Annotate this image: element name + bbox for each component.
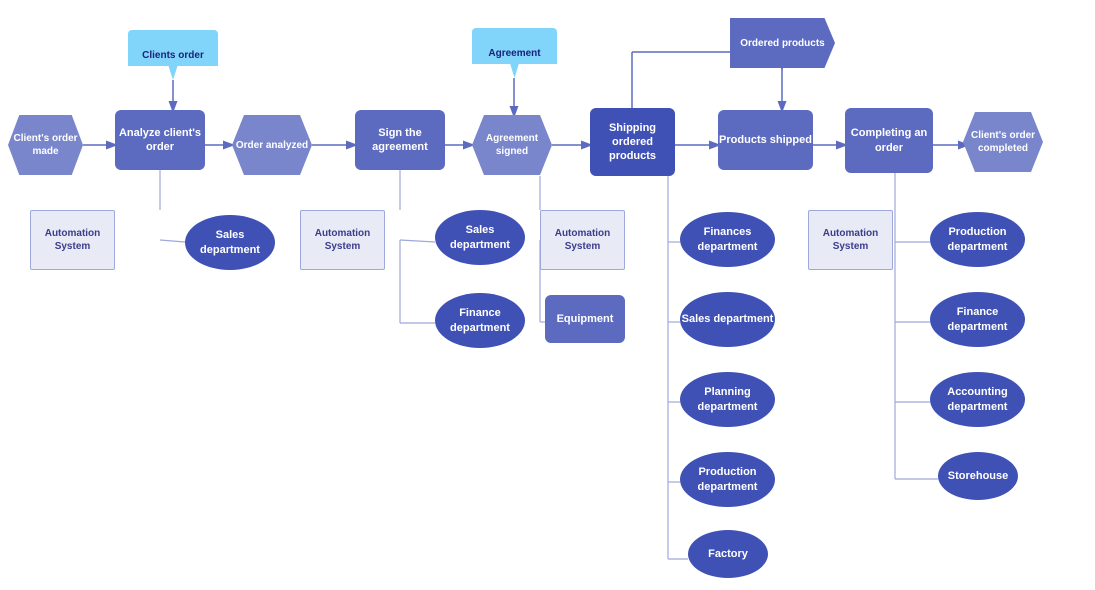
sales-dept-2: Sales department xyxy=(435,210,525,265)
finance-dept-1: Finance department xyxy=(435,293,525,348)
equipment: Equipment xyxy=(545,295,625,343)
planning-dept: Planning department xyxy=(680,372,775,427)
diagram: Clients order Agreement Ordered products… xyxy=(0,0,1095,590)
completing-order: Completing an order xyxy=(845,108,933,173)
production-dept-1: Production department xyxy=(680,452,775,507)
sign-agreement: Sign the agreement xyxy=(355,110,445,170)
client-order-completed: Client's order completed xyxy=(963,112,1043,172)
clients-order-banner: Clients order xyxy=(128,30,218,80)
sales-dept-1: Sales department xyxy=(185,215,275,270)
auto-system-4: Automation System xyxy=(808,210,893,270)
auto-system-3: Automation System xyxy=(540,210,625,270)
sales-dept-3: Sales department xyxy=(680,292,775,347)
finances-dept: Finances department xyxy=(680,212,775,267)
client-order-made: Client's order made xyxy=(8,115,83,175)
order-analyzed: Order analyzed xyxy=(232,115,312,175)
agreement-signed: Agreement signed xyxy=(472,115,552,175)
analyze-clients-order: Analyze client's order xyxy=(115,110,205,170)
production-dept-2: Production department xyxy=(930,212,1025,267)
accounting-dept: Accounting department xyxy=(930,372,1025,427)
shipping-ordered: Shipping ordered products xyxy=(590,108,675,176)
auto-system-1: Automation System xyxy=(30,210,115,270)
auto-system-2: Automation System xyxy=(300,210,385,270)
agreement-banner: Agreement xyxy=(472,28,557,78)
factory: Factory xyxy=(688,530,768,578)
finance-dept-2: Finance department xyxy=(930,292,1025,347)
storehouse: Storehouse xyxy=(938,452,1018,500)
ordered-products-banner: Ordered products xyxy=(730,18,835,68)
products-shipped: Products shipped xyxy=(718,110,813,170)
